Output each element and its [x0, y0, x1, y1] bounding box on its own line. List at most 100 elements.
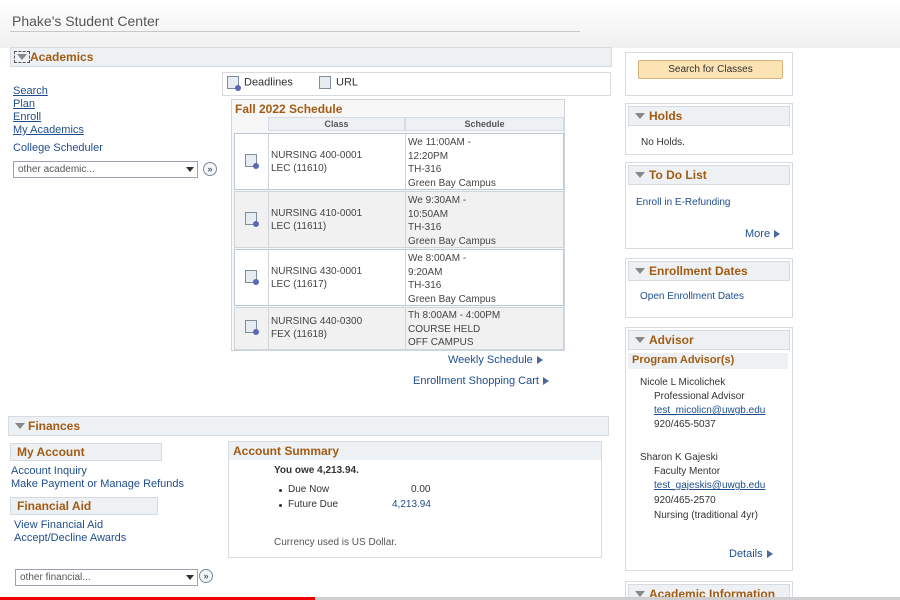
- schedule-line: Green Bay Campus: [408, 235, 496, 247]
- advisor-details-link[interactable]: Details: [729, 547, 773, 561]
- advisor-role: Professional Advisor: [654, 391, 745, 402]
- table-row: NURSING 430-0001 LEC (11617) We 8:00AM - 9…: [234, 249, 564, 306]
- todo-more-label: More: [745, 228, 771, 240]
- schedule-line: Green Bay Campus: [408, 177, 496, 189]
- make-payment-link[interactable]: Make Payment or Manage Refunds: [11, 478, 184, 490]
- table-row: NURSING 440-0300 FEX (11618) Th 8:00AM - …: [234, 307, 564, 350]
- schedule-line: Th 8:00AM - 4:00PM: [408, 310, 501, 321]
- fall-schedule-table: Fall 2022 Schedule Class Schedule NURSIN…: [231, 99, 565, 351]
- other-academic-select[interactable]: other academic...: [13, 161, 198, 178]
- search-for-classes-button[interactable]: Search for Classes: [638, 60, 783, 79]
- todo-header-label: To Do List: [649, 168, 707, 182]
- advisor-panel: Advisor Program Advisor(s) Nicole L Mico…: [625, 327, 793, 571]
- collapse-triangle-icon[interactable]: [635, 113, 645, 119]
- finances-section-header[interactable]: Finances: [8, 416, 609, 436]
- weekly-schedule-label: Weekly Schedule: [448, 354, 533, 366]
- arrow-right-icon: [542, 377, 549, 386]
- enrollment-dates-header-label: Enrollment Dates: [649, 264, 748, 278]
- amount-owed: You owe 4,213.94.: [274, 465, 359, 476]
- course-name: NURSING 410-0001: [271, 208, 363, 219]
- todo-header[interactable]: To Do List: [628, 165, 790, 185]
- table-row: NURSING 400-0001 LEC (11610) We 11:00AM -…: [234, 133, 564, 190]
- college-scheduler-link[interactable]: College Scheduler: [13, 142, 103, 154]
- academics-link-plan[interactable]: Plan: [13, 98, 35, 110]
- collapse-triangle-icon[interactable]: [635, 337, 645, 343]
- holds-text: No Holds.: [641, 137, 685, 148]
- collapse-triangle-icon[interactable]: [635, 268, 645, 274]
- class-detail-icon[interactable]: [245, 320, 259, 335]
- collapse-triangle-icon[interactable]: [15, 423, 25, 429]
- page-title: Phake's Student Center: [12, 13, 160, 29]
- arrow-right-icon: [774, 230, 781, 239]
- url-label: URL: [336, 76, 359, 89]
- todo-item-link[interactable]: Enroll in E-Refunding: [636, 196, 731, 210]
- holds-header-label: Holds: [649, 109, 683, 123]
- financial-go-button[interactable]: »: [199, 569, 213, 583]
- holds-header[interactable]: Holds: [628, 106, 790, 126]
- account-inquiry-link[interactable]: Account Inquiry: [11, 465, 87, 477]
- schedule-line: We 8:00AM -: [408, 253, 467, 264]
- todo-panel: To Do List Enroll in E-Refunding More: [625, 162, 793, 249]
- deadlines-label: Deadlines: [244, 76, 293, 89]
- arrow-right-icon: [536, 356, 543, 365]
- url-button[interactable]: URL: [319, 76, 358, 89]
- class-detail-icon[interactable]: [245, 212, 259, 227]
- advisor-phone: 920/465-5037: [654, 419, 716, 430]
- course-section: LEC (11617): [271, 279, 327, 290]
- schedule-line: We 11:00AM -: [408, 137, 471, 148]
- accept-decline-awards-link[interactable]: Accept/Decline Awards: [14, 532, 126, 544]
- chevron-down-icon: [186, 575, 194, 580]
- shopping-cart-label: Enrollment Shopping Cart: [413, 375, 539, 387]
- finances-header-label: Finances: [28, 419, 81, 433]
- advisor-header-label: Advisor: [649, 333, 694, 347]
- schedule-line: 12:20PM: [408, 150, 449, 162]
- advisor-name: Sharon K Gajeski: [640, 452, 718, 463]
- table-row: NURSING 410-0001 LEC (11611) We 9:30AM - 1…: [234, 191, 564, 248]
- advisor-email-link[interactable]: test_micolicn@uwgb.edu: [654, 404, 765, 418]
- title-divider: [10, 31, 580, 32]
- advisor-role: Faculty Mentor: [654, 466, 721, 477]
- advisor-header[interactable]: Advisor: [628, 330, 790, 350]
- other-academic-select-value: other academic...: [18, 164, 95, 175]
- shopping-cart-link[interactable]: Enrollment Shopping Cart: [413, 375, 549, 387]
- schedule-line: OFF CAMPUS: [408, 337, 474, 348]
- currency-note: Currency used is US Dollar.: [274, 537, 397, 548]
- schedule-line: Green Bay Campus: [408, 293, 496, 305]
- future-due-value[interactable]: 4,213.94: [392, 499, 431, 510]
- advisor-email-link[interactable]: test_gajeskis@uwgb.edu: [654, 479, 765, 493]
- todo-more-link[interactable]: More: [745, 227, 781, 241]
- open-enrollment-dates-link[interactable]: Open Enrollment Dates: [640, 290, 744, 304]
- col-header-schedule: Schedule: [405, 117, 564, 131]
- view-financial-aid-link[interactable]: View Financial Aid: [14, 519, 103, 531]
- advisor-name: Nicole L Micolichek: [640, 377, 726, 388]
- advisor-details-label: Details: [729, 548, 763, 560]
- col-header-class: Class: [268, 117, 405, 131]
- academics-link-enroll[interactable]: Enroll: [13, 111, 41, 123]
- academics-link-search[interactable]: Search: [13, 85, 48, 97]
- class-detail-icon[interactable]: [245, 154, 259, 169]
- weekly-schedule-link[interactable]: Weekly Schedule: [448, 354, 543, 366]
- course-section: FEX (11618): [271, 329, 327, 340]
- schedule-line: TH-316: [408, 222, 442, 233]
- academics-section-header[interactable]: Academics: [10, 47, 612, 67]
- course-section: LEC (11611): [271, 221, 327, 232]
- course-name: NURSING 440-0300: [271, 316, 363, 327]
- other-financial-select-value: other financial...: [20, 572, 91, 583]
- enrollment-dates-panel: Enrollment Dates Open Enrollment Dates: [625, 258, 793, 318]
- schedule-line: TH-316: [408, 280, 442, 291]
- schedule-line: 9:20AM: [408, 266, 443, 278]
- advisor-phone: 920/465-2570: [654, 495, 716, 506]
- deadlines-button[interactable]: Deadlines: [227, 76, 293, 91]
- enrollment-dates-header[interactable]: Enrollment Dates: [628, 261, 790, 281]
- collapse-triangle-icon[interactable]: [635, 172, 645, 178]
- advisor-program: Nursing (traditional 4yr): [654, 510, 758, 521]
- schedule-line: 10:50AM: [408, 208, 449, 220]
- schedule-line: COURSE HELD: [408, 323, 481, 335]
- other-financial-select[interactable]: other financial...: [15, 569, 198, 586]
- academic-go-button[interactable]: »: [203, 162, 217, 176]
- class-detail-icon[interactable]: [245, 270, 259, 285]
- future-due-label: Future Due: [278, 499, 339, 510]
- account-summary-header: Account Summary: [229, 442, 601, 460]
- academics-link-my-academics[interactable]: My Academics: [13, 124, 84, 136]
- collapse-triangle-icon[interactable]: [14, 51, 30, 63]
